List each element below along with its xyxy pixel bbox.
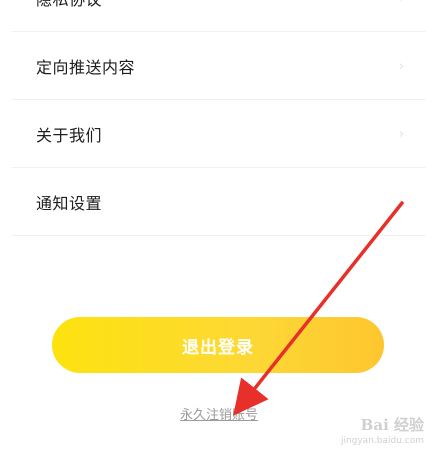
settings-item-label: 通知设置 <box>36 194 103 213</box>
chevron-right-icon: › <box>398 58 404 74</box>
divider <box>12 235 426 236</box>
settings-item-privacy-policy[interactable]: 隐私协议 › <box>0 0 438 32</box>
settings-item-targeted-push[interactable]: 定向推送内容 › <box>0 32 438 100</box>
logout-button[interactable]: 退出登录 <box>52 317 384 373</box>
chevron-right-icon: › <box>398 194 404 210</box>
watermark-url: jingyan.baidu.com <box>340 436 424 446</box>
settings-item-label: 隐私协议 <box>36 0 102 10</box>
chevron-right-icon: › <box>398 126 404 142</box>
baidu-logo: Bai 经验 <box>360 416 424 434</box>
settings-screen: 隐私协议 › 定向推送内容 › 关于我们 › 通知设置 › 退出登录 永久注销账… <box>0 0 438 460</box>
settings-item-notification-settings[interactable]: 通知设置 › <box>0 168 438 236</box>
watermark: Bai 经验 jingyan.baidu.com <box>341 414 424 446</box>
settings-item-label: 关于我们 <box>36 126 103 145</box>
settings-item-label: 定向推送内容 <box>36 58 136 77</box>
settings-list: 隐私协议 › 定向推送内容 › 关于我们 › 通知设置 › <box>0 0 438 236</box>
settings-item-about-us[interactable]: 关于我们 › <box>0 100 438 168</box>
chevron-right-icon: › <box>399 0 404 6</box>
